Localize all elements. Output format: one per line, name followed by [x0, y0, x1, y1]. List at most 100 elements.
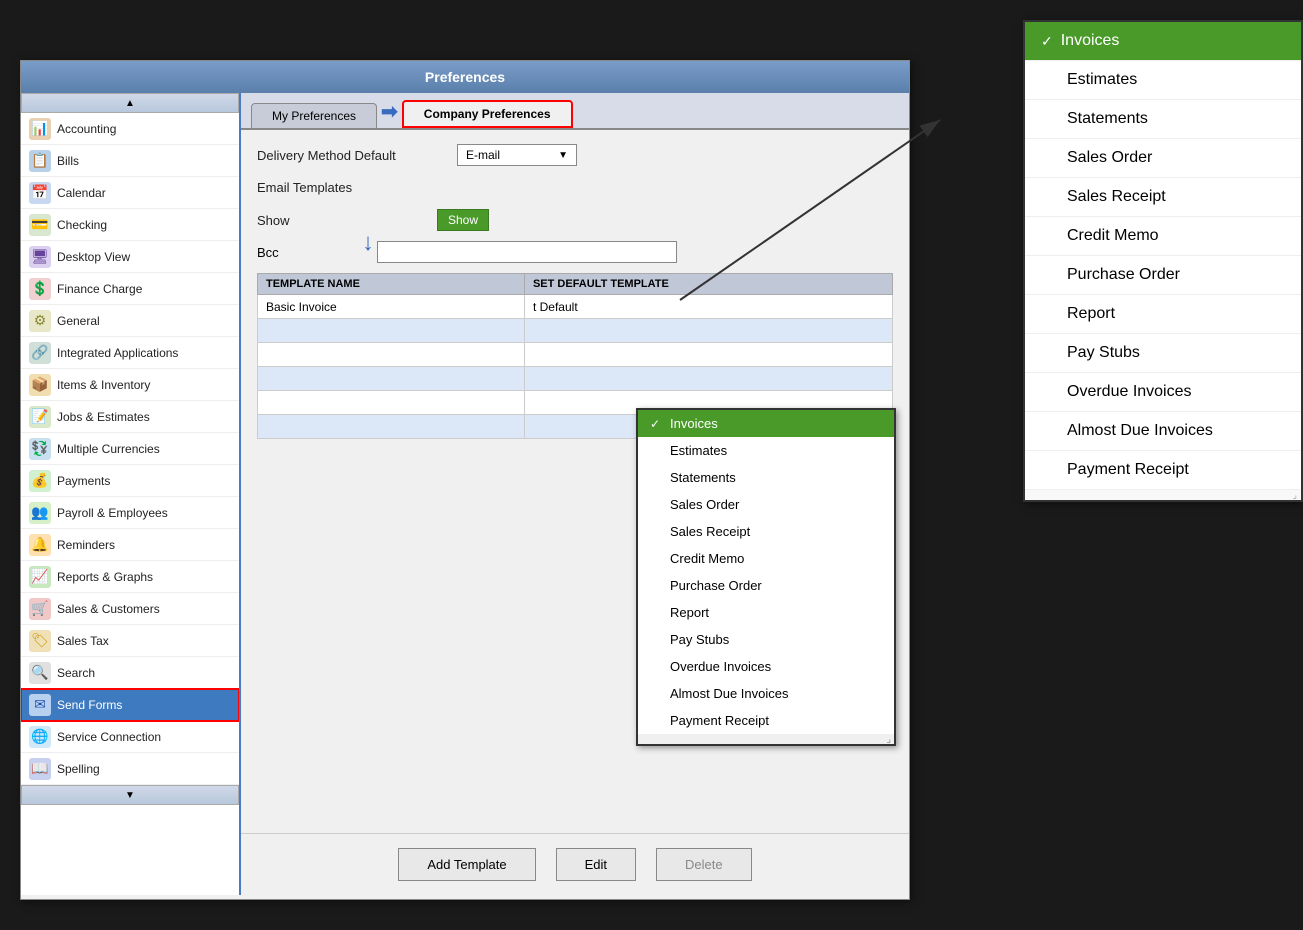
show-label: Show [257, 209, 377, 228]
tab-company-preferences[interactable]: Company Preferences [402, 100, 573, 128]
right-dropdown-label: Overdue Invoices [1067, 383, 1192, 401]
template-name-cell: Basic Invoice [258, 295, 525, 319]
sidebar-item-jobs-estimates[interactable]: 📝 Jobs & Estimates [21, 401, 239, 433]
table-row[interactable]: Basic Invoice t Default [258, 295, 893, 319]
sidebar-item-payments[interactable]: 💰 Payments [21, 465, 239, 497]
right-dropdown-label: Estimates [1067, 71, 1137, 89]
sidebar-label-search: Search [57, 666, 95, 680]
add-template-button[interactable]: Add Template [398, 848, 535, 881]
sidebar-label-sales-customers: Sales & Customers [57, 602, 160, 616]
sidebar-label-calendar: Calendar [57, 186, 106, 200]
dropdown-item-almost-due-center[interactable]: Almost Due Invoices [638, 680, 894, 707]
dropdown-item-sales-receipt-center[interactable]: Sales Receipt [638, 518, 894, 545]
right-dropdown-label: Sales Receipt [1067, 188, 1166, 206]
dropdown-item-purchase-order-center[interactable]: Purchase Order [638, 572, 894, 599]
bcc-label: Bcc [257, 245, 377, 260]
delete-button[interactable]: Delete [656, 848, 752, 881]
payments-icon: 💰 [29, 470, 51, 492]
sidebar-item-service-connection[interactable]: 🌐 Service Connection [21, 721, 239, 753]
resize-handle-right: ⌟ [1025, 490, 1301, 500]
dropdown-item-payment-receipt-center[interactable]: Payment Receipt [638, 707, 894, 734]
right-dropdown-item-invoices[interactable]: ✓ Invoices [1025, 22, 1301, 61]
send-forms-icon: ✉ [29, 694, 51, 716]
multiple-currencies-icon: 💱 [29, 438, 51, 460]
right-dropdown-label: Report [1067, 305, 1115, 323]
sales-customers-icon: 🛒 [29, 598, 51, 620]
sidebar-item-bills[interactable]: 📋 Bills [21, 145, 239, 177]
template-default-cell: t Default [524, 295, 892, 319]
table-row[interactable] [258, 343, 893, 367]
right-dropdown-item-report[interactable]: Report [1025, 295, 1301, 334]
dropdown-item-statements-center[interactable]: Statements [638, 464, 894, 491]
dropdown-item-credit-memo-center[interactable]: Credit Memo [638, 545, 894, 572]
sidebar-item-general[interactable]: ⚙ General [21, 305, 239, 337]
template-default-cell [524, 343, 892, 367]
sidebar-item-finance-charge[interactable]: 💲 Finance Charge [21, 273, 239, 305]
right-dropdown-label: Almost Due Invoices [1067, 422, 1213, 440]
sidebar-item-payroll-employees[interactable]: 👥 Payroll & Employees [21, 497, 239, 529]
dropdown-item-label: Invoices [670, 416, 718, 431]
right-dropdown-item-purchase-order[interactable]: Purchase Order [1025, 256, 1301, 295]
sidebar-label-payroll-employees: Payroll & Employees [57, 506, 168, 520]
col-template-name: TEMPLATE NAME [258, 274, 525, 295]
right-dropdown-item-almost-due[interactable]: Almost Due Invoices [1025, 412, 1301, 451]
right-dropdown-item-pay-stubs[interactable]: Pay Stubs [1025, 334, 1301, 373]
sidebar-label-payments: Payments [57, 474, 110, 488]
dropdown-item-report-center[interactable]: Report [638, 599, 894, 626]
sidebar-label-bills: Bills [57, 154, 79, 168]
sidebar-item-calendar[interactable]: 📅 Calendar [21, 177, 239, 209]
right-dropdown-item-statements[interactable]: Statements [1025, 100, 1301, 139]
checking-icon: 💳 [29, 214, 51, 236]
show-button[interactable]: Show [437, 209, 489, 231]
sidebar-item-items-inventory[interactable]: 📦 Items & Inventory [21, 369, 239, 401]
dropdown-item-overdue-invoices-center[interactable]: Overdue Invoices [638, 653, 894, 680]
email-templates-row: Email Templates [257, 180, 893, 195]
dropdown-item-label: Credit Memo [670, 551, 744, 566]
right-dropdown-item-estimates[interactable]: Estimates [1025, 61, 1301, 100]
template-default-cell [524, 367, 892, 391]
table-row[interactable] [258, 319, 893, 343]
right-check-icon: ✓ [1041, 33, 1053, 50]
desktop-view-icon: 🖥 [29, 246, 51, 268]
sidebar-item-multiple-currencies[interactable]: 💱 Multiple Currencies [21, 433, 239, 465]
template-name-cell [258, 415, 525, 439]
sidebar-scroll-down[interactable]: ▼ [21, 785, 239, 805]
sidebar-item-reminders[interactable]: 🔔 Reminders [21, 529, 239, 561]
sidebar-scroll-up[interactable]: ▲ [21, 93, 239, 113]
edit-button[interactable]: Edit [556, 848, 636, 881]
jobs-estimates-icon: 📝 [29, 406, 51, 428]
integrated-apps-icon: 🔗 [29, 342, 51, 364]
sidebar-item-sales-tax[interactable]: 🏷 Sales Tax [21, 625, 239, 657]
right-dropdown-item-overdue-invoices[interactable]: Overdue Invoices [1025, 373, 1301, 412]
reminders-icon: 🔔 [29, 534, 51, 556]
sidebar-item-sales-customers[interactable]: 🛒 Sales & Customers [21, 593, 239, 625]
table-row[interactable] [258, 367, 893, 391]
sidebar-item-send-forms[interactable]: ✉ Send Forms [21, 689, 239, 721]
show-label-text: Show [257, 213, 290, 228]
sidebar-item-accounting[interactable]: 📊 Accounting [21, 113, 239, 145]
right-dropdown-label: Payment Receipt [1067, 461, 1189, 479]
sidebar-item-desktop-view[interactable]: 🖥 Desktop View [21, 241, 239, 273]
sidebar-item-search[interactable]: 🔍 Search [21, 657, 239, 689]
sidebar-item-checking[interactable]: 💳 Checking [21, 209, 239, 241]
sidebar-item-reports-graphs[interactable]: 📈 Reports & Graphs [21, 561, 239, 593]
delivery-method-dropdown[interactable]: E-mail ▼ [457, 144, 577, 166]
right-dropdown-item-sales-receipt[interactable]: Sales Receipt [1025, 178, 1301, 217]
dropdown-item-estimates-center[interactable]: Estimates [638, 437, 894, 464]
right-dropdown-item-sales-order[interactable]: Sales Order [1025, 139, 1301, 178]
dropdown-item-label: Pay Stubs [670, 632, 729, 647]
right-dropdown-item-payment-receipt[interactable]: Payment Receipt [1025, 451, 1301, 490]
tab-my-preferences[interactable]: My Preferences [251, 103, 377, 128]
sidebar-label-send-forms: Send Forms [57, 698, 122, 712]
sidebar-item-integrated-apps[interactable]: 🔗 Integrated Applications [21, 337, 239, 369]
dropdown-item-label: Sales Receipt [670, 524, 750, 539]
dropdown-item-sales-order-center[interactable]: Sales Order [638, 491, 894, 518]
right-dropdown-item-credit-memo[interactable]: Credit Memo [1025, 217, 1301, 256]
dropdown-item-invoices-center[interactable]: ✓ Invoices [638, 410, 894, 437]
bcc-input[interactable] [377, 241, 677, 263]
delivery-method-label: Delivery Method Default [257, 148, 457, 163]
dropdown-item-pay-stubs-center[interactable]: Pay Stubs [638, 626, 894, 653]
dropdown-arrow-icon: ▼ [558, 150, 568, 161]
sidebar-label-reminders: Reminders [57, 538, 115, 552]
sidebar-item-spelling[interactable]: 📖 Spelling [21, 753, 239, 785]
